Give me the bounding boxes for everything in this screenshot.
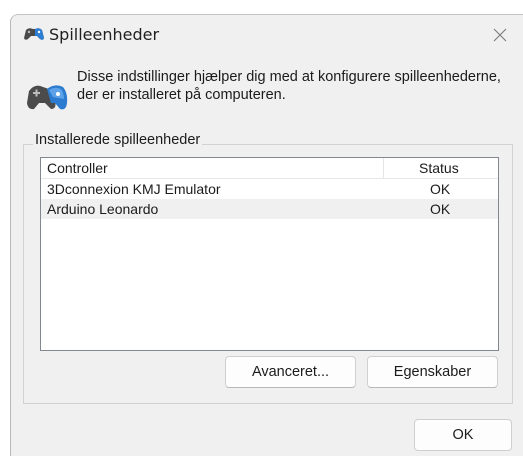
list-item[interactable]: Arduino Leonardo OK (41, 199, 498, 219)
device-name: 3Dconnexion KMJ Emulator (47, 181, 221, 197)
properties-button[interactable]: Egenskaber (367, 356, 498, 388)
gamepad-icon (27, 85, 68, 110)
devices-list[interactable]: Controller Status 3Dconnexion KMJ Emulat… (40, 157, 499, 351)
device-status: OK (430, 201, 451, 217)
device-status: OK (430, 181, 451, 197)
close-button[interactable] (477, 15, 523, 55)
list-header: Controller Status (41, 158, 498, 179)
close-icon (493, 28, 507, 42)
device-name: Arduino Leonardo (47, 201, 159, 217)
header-description: Disse indstillinger hjælper dig med at k… (77, 69, 501, 103)
column-header-status[interactable]: Status (419, 160, 459, 176)
column-separator[interactable] (383, 158, 384, 178)
ok-button[interactable]: OK (414, 419, 512, 451)
column-header-controller[interactable]: Controller (47, 160, 108, 176)
list-item[interactable]: 3Dconnexion KMJ Emulator OK (41, 179, 498, 199)
dialog-window: Spilleenheder Disse indstillinger hjælpe… (10, 14, 523, 456)
gamepad-icon (24, 28, 44, 40)
title-bar: Spilleenheder (11, 15, 523, 57)
advanced-button[interactable]: Avanceret... (225, 356, 356, 388)
window-title: Spilleenheder (49, 25, 160, 44)
group-label: Installerede spilleenheder (33, 132, 203, 148)
